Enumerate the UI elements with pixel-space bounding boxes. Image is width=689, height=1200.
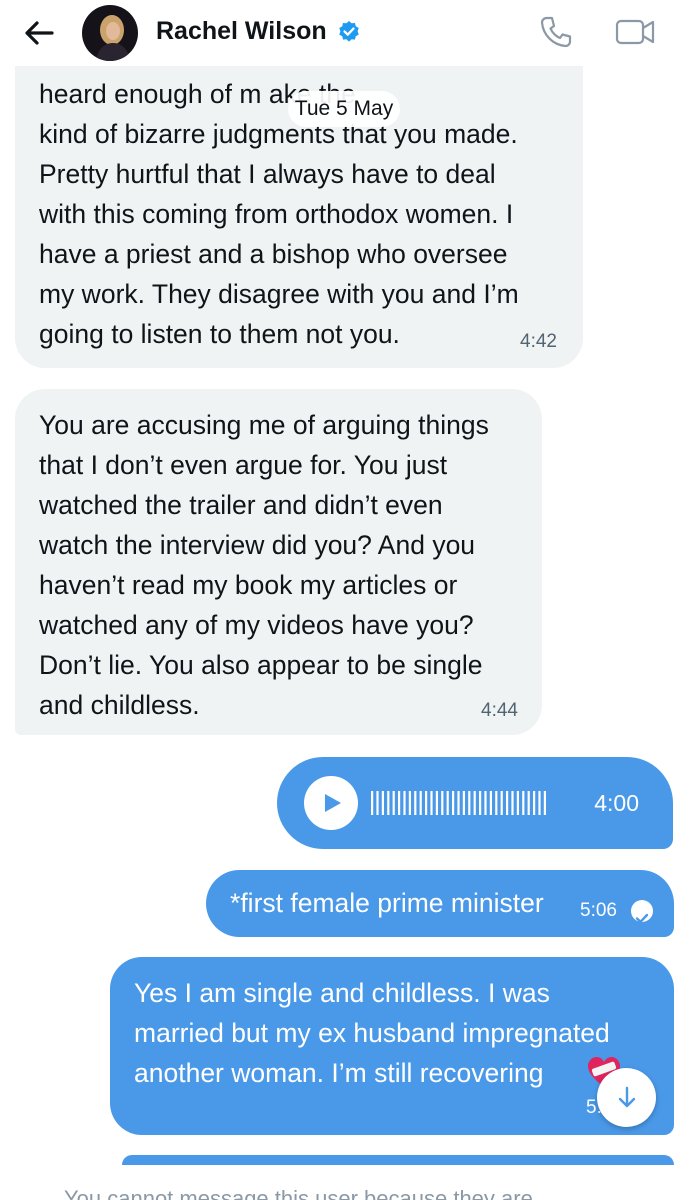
audio-waveform[interactable] [371,790,549,816]
message-bubble-outgoing[interactable]: *first female prime minister 5:06 [206,870,674,937]
waveform-bar [435,791,438,815]
waveform-bar [506,791,509,815]
avatar[interactable] [82,5,138,61]
arrow-left-icon[interactable] [22,16,56,50]
conversation-header: Rachel Wilson [0,0,689,66]
play-icon [325,794,341,812]
message-bubble-outgoing [122,1155,674,1165]
waveform-bar [527,791,530,815]
waveform-bar [522,791,525,815]
message-timestamp: 5:06 [580,900,617,921]
voice-message-bubble[interactable]: 4:00 [277,757,673,849]
phone-icon[interactable] [538,14,574,50]
waveform-bar [543,791,546,815]
contact-name[interactable]: Rachel Wilson [156,17,327,46]
message-timestamp: 4:42 [520,331,557,352]
waveform-bar [484,791,487,815]
waveform-bar [446,791,449,815]
arrow-down-icon [618,1086,636,1108]
waveform-bar [538,791,541,815]
message-text: Yes I am single and childless. I was mar… [134,978,610,1088]
waveform-bar [381,791,384,815]
waveform-bar [479,791,482,815]
waveform-bar [457,791,460,815]
video-camera-icon[interactable] [614,14,656,50]
read-check-icon [631,900,653,923]
waveform-bar [376,791,379,815]
waveform-bar [495,791,498,815]
waveform-bar [419,791,422,815]
message-bubble-incoming[interactable]: You are accusing me of arguing things th… [15,389,542,735]
waveform-bar [511,791,514,815]
waveform-bar [473,791,476,815]
waveform-bar [516,791,519,815]
waveform-bar [430,791,433,815]
play-button[interactable] [304,776,358,830]
message-timestamp: 4:44 [481,700,518,721]
waveform-bar [398,791,401,815]
waveform-bar [414,791,417,815]
waveform-bar [403,791,406,815]
date-separator: Tue 5 May [288,91,400,127]
messaging-disabled-notice: You cannot message this user because the… [0,1170,689,1200]
waveform-bar [387,791,390,815]
waveform-bar [425,791,428,815]
waveform-bar [468,791,471,815]
waveform-bar [500,791,503,815]
waveform-bar [371,791,374,815]
message-text: You are accusing me of arguing things th… [39,410,489,720]
message-bubble-outgoing[interactable]: Yes I am single and childless. I was mar… [110,957,674,1135]
waveform-bar [533,791,536,815]
waveform-bar [489,791,492,815]
scroll-to-bottom-button[interactable] [597,1068,656,1127]
waveform-bar [462,791,465,815]
voice-duration: 4:00 [594,790,639,816]
verified-badge-icon [339,21,359,42]
waveform-bar [441,791,444,815]
notice-text: You cannot message this user because the… [64,1186,533,1200]
waveform-bar [408,791,411,815]
waveform-bar [452,791,455,815]
waveform-bar [392,791,395,815]
